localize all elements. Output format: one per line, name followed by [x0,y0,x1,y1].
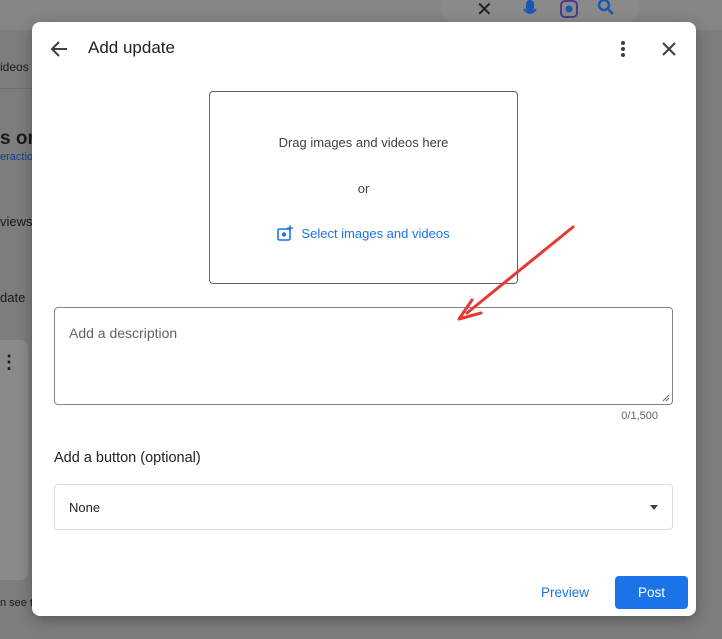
background-card [0,340,28,580]
dialog-header: Add update [32,22,696,76]
description-input[interactable] [55,308,672,404]
character-counter: 0/1,500 [621,410,658,422]
button-type-select[interactable]: None [54,484,673,530]
background-clear-icon: ✕ [476,0,493,21]
preview-button[interactable]: Preview [528,576,602,608]
resize-handle-icon[interactable] [662,394,670,402]
close-button[interactable] [653,33,685,65]
background-card-menu-icon: ⋮ [0,352,18,372]
background-tab-text: ideos [0,60,29,74]
background-footer-text: n see t [0,597,34,609]
select-media-label: Select images and videos [301,225,450,241]
background-item-views: views [0,214,33,229]
button-section-label: Add a button (optional) [54,450,201,466]
button-type-value: None [69,500,101,515]
add-update-dialog: Add update Drag images and videos here o… [32,22,696,616]
more-vert-icon [621,41,625,57]
background-item-update: date [0,290,26,305]
dialog-title: Add update [88,38,175,57]
background-lens-icon [560,0,578,18]
arrow-back-icon [50,41,67,57]
more-options-button[interactable] [607,33,639,65]
background-search-icon [597,0,614,15]
background-mic-icon [523,0,537,14]
dropdown-arrow-icon [650,505,658,510]
description-field-container [54,307,673,405]
drag-instructions: Drag images and videos here [278,135,449,150]
back-button[interactable] [43,33,75,65]
post-button[interactable]: Post [615,576,688,609]
add-photo-icon [277,225,294,241]
or-separator: or [357,181,370,196]
close-icon [662,42,676,56]
media-dropzone[interactable]: Drag images and videos here or Select im… [209,91,518,284]
select-media-link[interactable]: Select images and videos [210,225,517,241]
background-divider [0,88,32,89]
